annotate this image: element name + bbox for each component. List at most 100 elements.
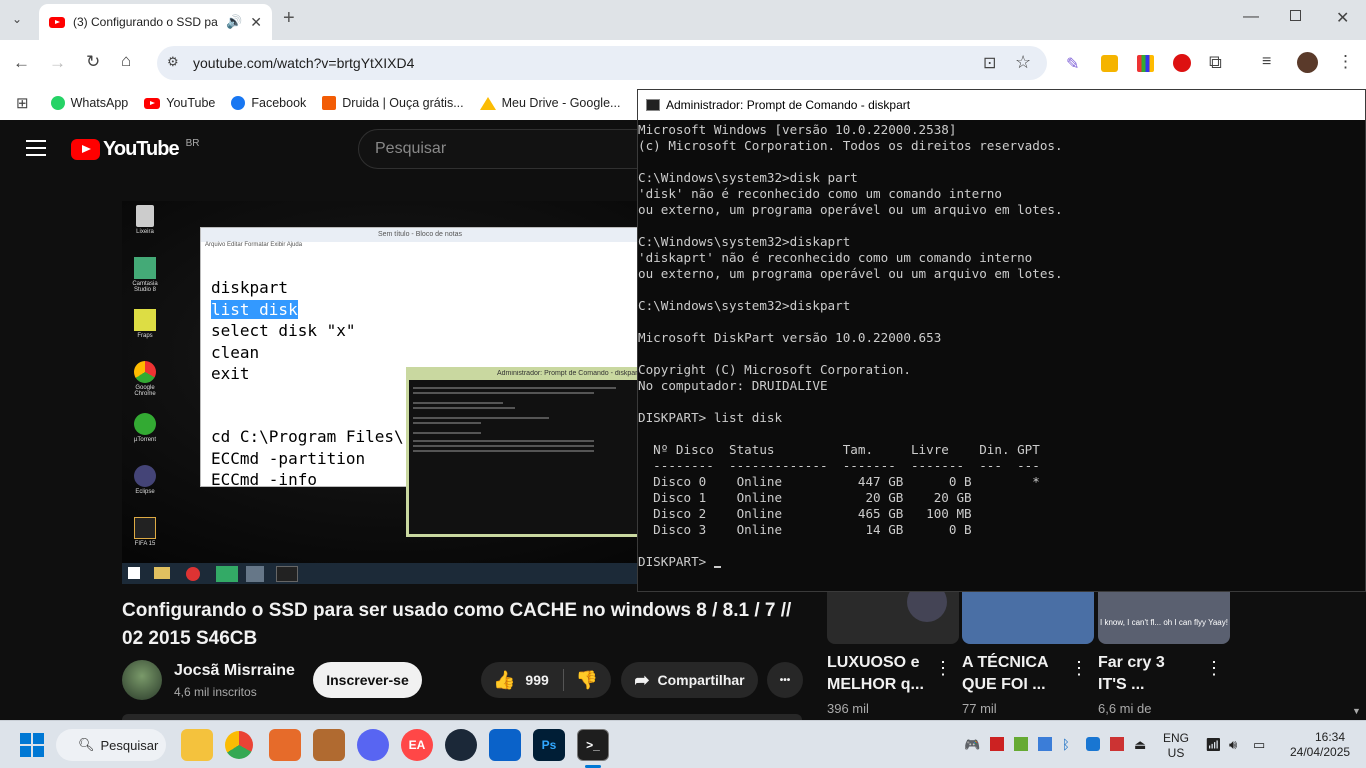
speaker-icon[interactable]: 🔊 xyxy=(226,14,242,30)
ea-icon[interactable]: EA xyxy=(401,729,433,761)
cmd-line: Microsoft DiskPart versão 10.0.22000.653 xyxy=(638,330,942,345)
thumbs-down-icon[interactable]: 👎 xyxy=(576,670,598,691)
cmd-title-bar[interactable]: Administrador: Prompt de Comando - diskp… xyxy=(638,90,1365,120)
windows-start-icon[interactable] xyxy=(16,729,48,761)
recommended-views-2: 77 mil xyxy=(962,701,997,716)
like-count[interactable]: 999 xyxy=(525,672,548,688)
app-icon-2[interactable] xyxy=(313,729,345,761)
windows-taskbar: 🔍︎ Pesquisar EA Ps >_ 🎮 ᛒ ⏏ ENG US 📶︎ 🔊︎ ▭… xyxy=(0,720,1366,768)
cmd-line: No computador: DRUIDALIVE xyxy=(638,378,828,393)
tab-search-icon[interactable]: ⌄ xyxy=(12,12,22,26)
browser-tab-bar: ⌄ (3) Configurando o SSD par 🔊 ✕ + — ✕ xyxy=(0,0,1366,40)
home-icon[interactable]: ⌂ xyxy=(121,51,131,71)
media-control-icon[interactable]: ≡ xyxy=(1262,53,1271,71)
usb-icon[interactable]: ⏏ xyxy=(1134,737,1146,753)
video-start-icon xyxy=(128,567,140,579)
bookmark-drive[interactable]: Meu Drive - Google... xyxy=(479,96,620,110)
scroll-down-arrow-icon[interactable]: ▼ xyxy=(1352,706,1361,716)
tray-icon-2[interactable] xyxy=(1038,737,1052,751)
cmd-line xyxy=(638,314,1365,330)
bookmark-star-icon[interactable]: ☆ xyxy=(1015,52,1031,73)
forward-icon[interactable]: → xyxy=(49,53,66,73)
share-button[interactable]: ➦ Compartilhar xyxy=(621,662,758,698)
wifi-icon[interactable]: 📶︎ xyxy=(1205,737,1222,753)
recommended-title-2[interactable]: A TÉCNICA QUE FOI ... xyxy=(962,652,1049,696)
search-input[interactable]: Pesquisar xyxy=(358,129,658,169)
clock[interactable]: 16:34 24/04/2025 xyxy=(1290,730,1350,760)
file-explorer-icon[interactable] xyxy=(181,729,213,761)
reload-icon[interactable]: ↻ xyxy=(86,52,100,72)
cmd-line: C:\Windows\system32>diskpart xyxy=(638,298,851,313)
minimize-button[interactable]: — xyxy=(1243,8,1259,26)
cmd-line: 'diskaprt' não é reconhecido como um com… xyxy=(638,250,1033,265)
tab-title: (3) Configurando o SSD par xyxy=(73,15,219,29)
recommended-menu-icon-3[interactable]: ⋮ xyxy=(1205,658,1223,679)
thumbs-up-icon[interactable]: 👍 xyxy=(493,670,515,691)
cmd-window[interactable]: Administrador: Prompt de Comando - diskp… xyxy=(637,89,1366,592)
install-app-icon[interactable]: ⊡ xyxy=(983,53,996,73)
nvidia-tray-icon[interactable] xyxy=(1014,737,1028,751)
taskbar-search[interactable]: 🔍︎ Pesquisar xyxy=(56,729,166,761)
recommended-views-1: 396 mil xyxy=(827,701,869,716)
chrome-icon[interactable] xyxy=(225,731,253,759)
maximize-button[interactable] xyxy=(1290,10,1301,21)
recommended-title-3[interactable]: Far cry 3 IT'S ... xyxy=(1098,652,1165,696)
language-indicator[interactable]: ENG US xyxy=(1163,731,1189,761)
recommended-thumb-2[interactable] xyxy=(962,592,1094,644)
photoshop-icon[interactable]: Ps xyxy=(533,729,565,761)
cmd-line xyxy=(638,538,1365,554)
tray-icon-3[interactable] xyxy=(1110,737,1124,751)
video-title: Configurando o SSD para ser usado como C… xyxy=(122,600,792,649)
like-dislike-group: 👍 999 👎 xyxy=(481,662,611,698)
defender-icon[interactable] xyxy=(1086,737,1100,751)
notes-extension-icon[interactable] xyxy=(1101,55,1118,72)
app-icon-1[interactable] xyxy=(269,729,301,761)
recommended-title-1[interactable]: LUXUOSO e MELHOR q... xyxy=(827,652,924,696)
bookmark-druida[interactable]: Druida | Ouça grátis... xyxy=(322,96,464,110)
profile-avatar[interactable] xyxy=(1297,52,1318,73)
volume-icon[interactable]: 🔊︎ xyxy=(1229,737,1237,753)
close-tab-icon[interactable]: ✕ xyxy=(250,14,262,31)
steam-icon[interactable] xyxy=(445,729,477,761)
recommended-thumb-1[interactable] xyxy=(827,592,959,644)
new-tab-button[interactable]: + xyxy=(283,7,295,30)
browser-tab[interactable]: (3) Configurando o SSD par 🔊 ✕ xyxy=(39,4,272,40)
subscribe-button[interactable]: Inscrever-se xyxy=(313,662,422,698)
channel-name[interactable]: Jocsã Misrraine xyxy=(174,662,295,680)
bluetooth-icon[interactable]: ᛒ xyxy=(1062,737,1070,752)
browser-menu-icon[interactable]: ⋮ xyxy=(1337,52,1354,72)
extensions-puzzle-icon[interactable]: ⧉ xyxy=(1209,52,1222,73)
terminal-icon[interactable]: >_ xyxy=(577,729,609,761)
channel-avatar[interactable] xyxy=(122,660,162,700)
discord-tray-icon[interactable]: 🎮 xyxy=(964,737,980,753)
pen-extension-icon[interactable]: ✎ xyxy=(1066,54,1079,74)
cmd-output[interactable]: Microsoft Windows [versão 10.0.22000.253… xyxy=(638,120,1365,570)
site-info-icon[interactable]: ⚙ xyxy=(167,54,179,70)
recommended-menu-icon-1[interactable]: ⋮ xyxy=(934,658,952,679)
apps-grid-icon[interactable]: ⊞ xyxy=(16,94,29,112)
back-icon[interactable]: ← xyxy=(13,53,30,73)
address-bar[interactable]: ⚙ youtube.com/watch?v=brtgYtXIXD4 ⊡ ☆ xyxy=(157,46,1047,80)
hamburger-menu-icon[interactable] xyxy=(26,140,46,142)
close-window-button[interactable]: ✕ xyxy=(1336,8,1349,28)
bookmark-whatsapp[interactable]: WhatsApp xyxy=(50,96,128,110)
google-drive-icon xyxy=(479,96,496,110)
bookmark-facebook[interactable]: Facebook xyxy=(231,96,306,110)
cmd-line: C:\Windows\system32>disk part xyxy=(638,170,858,185)
more-actions-button[interactable]: ••• xyxy=(767,662,803,698)
tray-icon-1[interactable] xyxy=(990,737,1004,751)
cmd-app-icon xyxy=(646,99,660,111)
cmd-title: Administrador: Prompt de Comando - diskp… xyxy=(666,98,911,112)
battlenet-icon[interactable] xyxy=(489,729,521,761)
colors-extension-icon[interactable] xyxy=(1137,55,1154,72)
bookmark-youtube[interactable]: YouTube xyxy=(144,96,215,110)
url-text: youtube.com/watch?v=brtgYtXIXD4 xyxy=(193,55,415,71)
adblock-extension-icon[interactable] xyxy=(1173,54,1191,72)
cmd-line: 'disk' não é reconhecido como um comando… xyxy=(638,186,1002,201)
recommended-thumb-3[interactable]: I know, I can't fl... oh I can flyy Yaay… xyxy=(1098,592,1230,644)
search-icon: 🔍︎ xyxy=(78,737,95,752)
recommended-menu-icon-2[interactable]: ⋮ xyxy=(1070,658,1088,679)
battery-icon[interactable]: ▭ xyxy=(1253,737,1265,753)
discord-icon[interactable] xyxy=(357,729,389,761)
youtube-logo[interactable]: YouTube BR xyxy=(71,138,199,161)
